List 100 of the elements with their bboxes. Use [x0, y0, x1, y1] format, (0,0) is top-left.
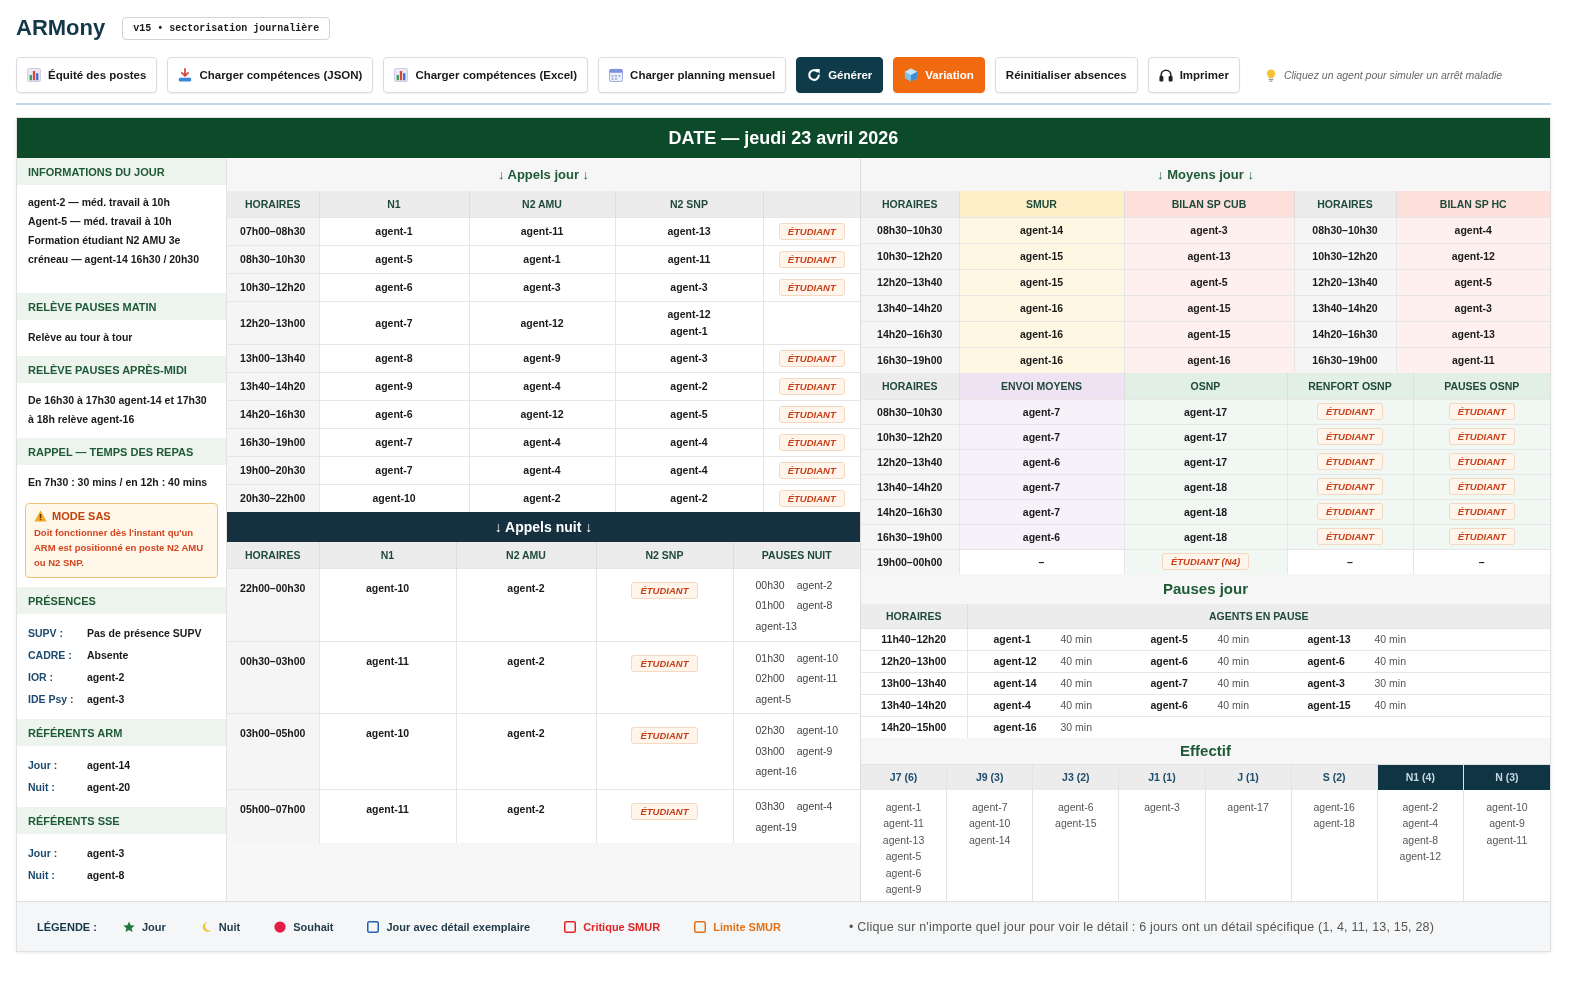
agent-name[interactable]: agent-6 [1150, 699, 1218, 711]
agent-cell[interactable]: agent-16 [959, 321, 1124, 347]
agent-cell[interactable]: agent-4 [1396, 217, 1550, 243]
agent-cell[interactable]: agent-4 [615, 456, 763, 484]
agent-name[interactable]: agent-5 [755, 688, 792, 709]
agent-name[interactable]: agent-9 [1463, 815, 1550, 832]
agent-cell[interactable]: agent-16 [1124, 347, 1294, 373]
toolbar-button[interactable]: Générer [796, 57, 884, 93]
agent-name[interactable]: agent-7 [947, 799, 1033, 816]
agent-name[interactable]: agent-8 [796, 595, 833, 616]
agent-name[interactable]: agent-17 [1205, 799, 1291, 816]
agent-cell[interactable]: agent-6 [319, 400, 469, 428]
agent-cell[interactable]: agent-2 [456, 713, 596, 790]
agent-cell[interactable]: agent-7 [959, 424, 1124, 449]
agent-name[interactable]: agent-13 [755, 615, 797, 636]
agent-cell[interactable]: agent-1 [469, 245, 615, 273]
agent-cell[interactable]: agent-14 [959, 217, 1124, 243]
agent-name[interactable]: agent-9 [861, 881, 947, 898]
agent-name[interactable]: agent-4 [796, 796, 833, 817]
agent-cell[interactable]: agent-15 [1124, 295, 1294, 321]
agent-name[interactable]: agent-13 [1307, 633, 1375, 645]
agent-cell[interactable]: agent-12 [1396, 243, 1550, 269]
agent-cell[interactable]: agent-13 [1396, 321, 1550, 347]
agent-cell[interactable]: agent-7 [319, 301, 469, 344]
agent-name[interactable]: agent-14 [947, 831, 1033, 849]
toolbar-button[interactable]: Charger compétences (Excel) [383, 57, 589, 93]
agent-cell[interactable]: agent-11 [469, 217, 615, 245]
agent-cell[interactable]: agent-6 [319, 273, 469, 301]
agent-name[interactable]: agent-11 [861, 815, 947, 832]
toolbar-button[interactable]: Équité des postes [16, 57, 158, 93]
agent-name[interactable]: agent-11 [796, 668, 838, 689]
agent-name[interactable]: agent-12 [1377, 848, 1463, 865]
agent-cell[interactable]: agent-17 [1124, 449, 1287, 474]
agent-name[interactable]: agent-6 [1150, 655, 1218, 667]
agent-name[interactable]: agent-4 [993, 699, 1061, 711]
agent-cell[interactable]: agent-3 [1396, 295, 1550, 321]
agent-cell[interactable]: agent-2 [615, 484, 763, 512]
agent-cell[interactable]: agent-7 [319, 428, 469, 456]
agent-cell[interactable]: agent-2 [456, 641, 596, 714]
agent-name[interactable]: agent-6 [861, 864, 947, 882]
agent-name[interactable]: agent-6 [1307, 655, 1375, 667]
agent-cell[interactable]: agent-17 [1124, 424, 1287, 449]
agent-name[interactable]: agent-14 [993, 677, 1061, 689]
agent-name[interactable]: agent-1 [993, 633, 1061, 645]
agent-name[interactable]: agent-10 [796, 647, 839, 668]
agent-name[interactable]: agent-4 [1377, 815, 1463, 832]
agent-name[interactable]: agent-7 [1150, 677, 1218, 689]
agent-name[interactable]: agent-10 [1463, 799, 1550, 816]
agent-name[interactable]: agent-8 [1377, 831, 1463, 849]
agent-name[interactable]: agent-11 [1463, 831, 1550, 849]
toolbar-button[interactable]: Réinitialiser absences [994, 57, 1138, 93]
agent-name[interactable]: agent-10 [796, 720, 839, 741]
agent-cell[interactable]: agent-2 [456, 789, 596, 843]
agent-name[interactable]: agent-13 [861, 831, 947, 849]
agent-cell[interactable]: agent-7 [959, 499, 1124, 524]
agent-cell[interactable]: agent-12 [469, 301, 615, 344]
agent-name[interactable]: agent-3 [1119, 799, 1205, 816]
agent-cell[interactable]: agent-12 [469, 400, 615, 428]
toolbar-button[interactable]: Imprimer [1147, 57, 1240, 93]
agent-name[interactable]: agent-12 [993, 655, 1061, 667]
agent-cell[interactable]: agent-18 [1124, 524, 1287, 549]
agent-cell[interactable]: agent-2 [615, 372, 763, 400]
agent-cell[interactable]: agent-10 [319, 568, 456, 641]
agent-cell[interactable]: agent-4 [469, 372, 615, 400]
toolbar-button[interactable]: Charger compétences (JSON) [167, 57, 374, 93]
toolbar-button[interactable]: Charger planning mensuel [598, 57, 787, 93]
agent-cell[interactable]: agent-1 [319, 217, 469, 245]
agent-cell[interactable]: agent-18 [1124, 474, 1287, 499]
agent-cell[interactable]: agent-3 [1124, 217, 1294, 243]
agent-cell[interactable]: agent-16 [959, 347, 1124, 373]
agent-cell[interactable]: agent-15 [959, 269, 1124, 295]
agent-cell[interactable]: agent-15 [1124, 321, 1294, 347]
agent-cell[interactable]: agent-11 [1396, 347, 1550, 373]
agent-cell[interactable]: agent-11 [319, 789, 456, 843]
agent-name[interactable]: agent-1 [619, 322, 759, 340]
agent-cell[interactable]: agent-17 [1124, 399, 1287, 424]
agent-cell[interactable]: agent-4 [469, 428, 615, 456]
agent-name[interactable]: agent-5 [861, 848, 947, 865]
agent-name[interactable]: agent-15 [1033, 815, 1119, 832]
agent-cell[interactable]: agent-5 [319, 245, 469, 273]
agent-name[interactable]: agent-19 [755, 816, 797, 837]
agent-name[interactable]: agent-9 [796, 740, 833, 761]
agent-cell[interactable]: agent-6 [959, 524, 1124, 549]
agent-cell[interactable]: agent-7 [959, 399, 1124, 424]
agent-cell[interactable]: agent-13 [615, 217, 763, 245]
agent-cell[interactable]: agent-8 [319, 344, 469, 372]
agent-cell[interactable]: agent-4 [615, 428, 763, 456]
agent-cell[interactable]: agent-18 [1124, 499, 1287, 524]
agent-cell[interactable]: agent-5 [1124, 269, 1294, 295]
agent-cell[interactable]: agent-16 [959, 295, 1124, 321]
agent-cell[interactable]: agent-5 [1396, 269, 1550, 295]
agent-cell[interactable]: agent-11 [319, 641, 456, 714]
agent-cell[interactable]: agent-5 [615, 400, 763, 428]
agent-name[interactable]: agent-16 [993, 721, 1061, 734]
agent-cell[interactable]: agent-15 [959, 243, 1124, 269]
agent-name[interactable]: agent-1 [861, 799, 947, 816]
agent-cell[interactable]: agent-9 [319, 372, 469, 400]
agent-cell[interactable]: agent-6 [959, 449, 1124, 474]
agent-name[interactable]: agent-2 [796, 574, 833, 595]
agent-name[interactable]: agent-12 [619, 305, 759, 323]
